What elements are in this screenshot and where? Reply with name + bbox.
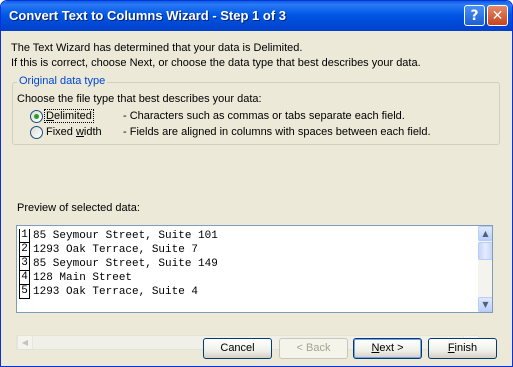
row-text: 1293 Oak Terrace, Suite 7 [33,244,199,256]
data-preview-box[interactable]: 1 85 Seymour Street, Suite 101 2 1293 Oa… [16,225,493,313]
dialog-window: Convert Text to Columns Wizard - Step 1 … [0,0,513,367]
preview-row: 5 1293 Oak Terrace, Suite 4 [17,285,477,299]
preview-row: 3 85 Seymour Street, Suite 149 [17,257,477,271]
next-button[interactable]: Next > [353,338,422,359]
row-text: 85 Seymour Street, Suite 149 [33,258,218,270]
preview-label: Preview of selected data: [17,202,140,214]
row-number: 5 [19,285,30,299]
intro-line-1: The Text Wizard has determined that your… [11,42,303,54]
scroll-up-icon: ▲ [482,229,489,238]
row-text: 85 Seymour Street, Suite 101 [33,230,218,242]
cancel-button[interactable]: Cancel [203,338,272,359]
intro-line-2: If this is correct, choose Next, or choo… [11,57,421,69]
delimited-label[interactable]: Delimited [44,109,94,123]
scroll-down-button[interactable]: ▼ [478,297,492,312]
delimited-radio[interactable] [30,110,43,123]
scroll-up-button[interactable]: ▲ [478,226,492,241]
vertical-scrollbar[interactable]: ▲ ▼ [478,226,492,312]
row-number: 3 [19,257,30,271]
preview-row: 4 128 Main Street [17,271,477,285]
help-icon: ? [470,8,479,24]
file-type-prompt: Choose the file type that best describes… [17,93,262,105]
scroll-left-button[interactable]: ◀ [17,336,33,349]
title-bar[interactable]: Convert Text to Columns Wizard - Step 1 … [1,1,512,31]
close-icon: ✕ [491,8,504,24]
row-text: 1293 Oak Terrace, Suite 4 [33,286,199,298]
help-button[interactable]: ? [464,5,485,26]
row-number: 1 [19,229,30,243]
radio-selected-dot [34,114,39,119]
window-title: Convert Text to Columns Wizard - Step 1 … [9,8,286,23]
row-number: 2 [19,243,30,257]
row-number: 4 [19,271,30,285]
delimited-description: - Characters such as commas or tabs sepa… [123,110,405,122]
fixed-width-label[interactable]: Fixed width [46,125,102,139]
dialog-content: The Text Wizard has determined that your… [1,31,512,366]
back-button[interactable]: < Back [279,338,348,359]
row-text: 128 Main Street [33,272,133,284]
preview-row: 2 1293 Oak Terrace, Suite 7 [17,243,477,257]
scroll-left-icon: ◀ [21,338,29,347]
scroll-thumb[interactable] [478,242,492,260]
fixed-width-description: - Fields are aligned in columns with spa… [123,126,431,138]
fixed-width-radio[interactable] [30,126,43,139]
preview-row: 1 85 Seymour Street, Suite 101 [17,229,477,243]
group-label: Original data type [17,75,108,88]
scroll-down-icon: ▼ [482,300,489,309]
close-button[interactable]: ✕ [487,5,508,26]
finish-button[interactable]: Finish [428,338,497,359]
